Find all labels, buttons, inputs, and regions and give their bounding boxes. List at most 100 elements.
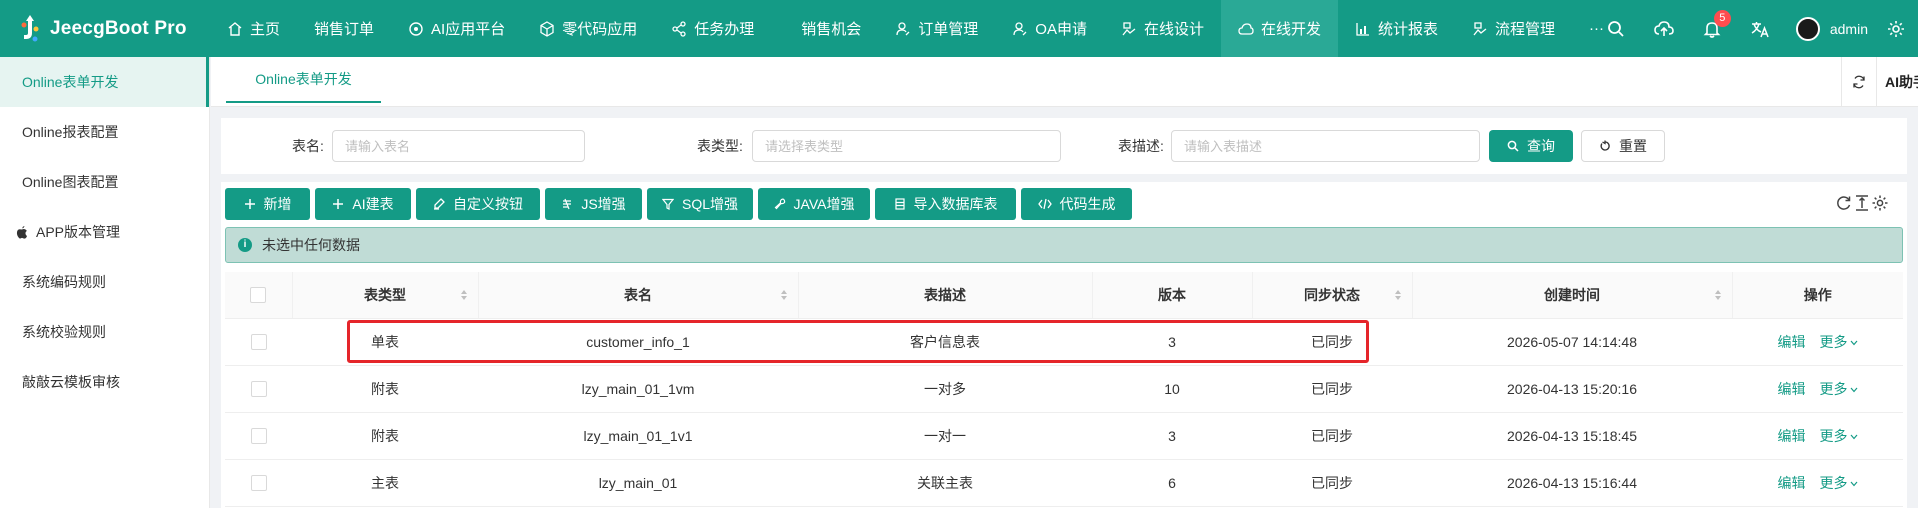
nav-item-stat-reports[interactable]: 统计报表 [1338,0,1455,57]
table-row[interactable]: 主表 lzy_main_01 关联主表 6 已同步 2026-04-13 15:… [225,459,1903,507]
cloud-upload-icon[interactable] [1654,19,1674,39]
nav-label: 销售订单 [314,21,375,38]
sort-icon[interactable] [460,289,468,301]
reset-button[interactable]: 重置 [1581,130,1665,162]
select-all-checkbox[interactable] [250,287,267,304]
js-enhance-button[interactable]: JS增强 [545,188,642,220]
avatar[interactable] [1795,16,1820,41]
notification-bell[interactable]: 5 [1702,9,1731,39]
import-db-table-button[interactable]: 导入数据库表 [875,188,1016,220]
add-button[interactable]: 新增 [225,188,310,220]
cell-created: 2026-04-13 15:20:16 [1412,365,1732,413]
sql-enhance-button[interactable]: SQL增强 [647,188,753,220]
sidebar-item-label: 敲敲云模板审核 [22,374,120,390]
column-label: 创建时间 [1544,286,1600,303]
nav-label: 统计报表 [1378,21,1439,38]
sidebar-item-validation-rules[interactable]: 系统校验规则 [0,307,209,357]
cell-name: lzy_main_01 [478,459,798,507]
refresh-icon[interactable] [1835,194,1853,212]
row-checkbox[interactable] [250,334,267,351]
sidebar-item-label: Online图表配置 [22,174,119,190]
column-label: 版本 [1158,286,1186,303]
more-label: 更多 [1819,427,1848,444]
sort-icon[interactable] [1714,289,1722,301]
column-header-name[interactable]: 表名 [478,272,799,319]
gear-icon[interactable] [1886,19,1906,39]
table-name-input[interactable] [332,130,585,162]
brand[interactable]: JeecgBoot Pro [0,0,210,57]
translate-icon[interactable] [1750,19,1770,39]
custom-button-button[interactable]: 自定义按钮 [416,188,540,220]
cell-name: customer_info_1 [478,318,798,366]
column-label: 表描述 [924,286,966,303]
more-dropdown[interactable]: 更多 [1820,334,1858,350]
sidebar-item-online-report-config[interactable]: Online报表配置 [0,107,209,157]
sidebar-item-label: 系统校验规则 [22,324,106,340]
refresh-button[interactable] [1841,57,1876,107]
plus-icon [333,199,344,209]
cell-desc: 关联主表 [798,459,1092,507]
more-dropdown[interactable]: 更多 [1820,428,1858,444]
table-desc-input[interactable] [1171,130,1480,162]
code-generate-button[interactable]: 代码生成 [1021,188,1132,220]
nav-item-process-management[interactable]: 流程管理 [1455,0,1572,57]
brush-icon [434,198,445,210]
username[interactable]: admin [1830,21,1868,37]
nav-item-order-management[interactable]: 订单管理 [878,0,995,57]
sidebar-item-code-rules[interactable]: 系统编码规则 [0,257,209,307]
refresh-icon [1853,75,1865,89]
nav-item-no-code-apps[interactable]: 零代码应用 [522,0,654,57]
more-dropdown[interactable]: 更多 [1820,475,1858,491]
table-row[interactable]: 附表 lzy_main_01_1vm 一对多 10 已同步 2026-04-13… [225,365,1903,413]
cell-name: lzy_main_01_1v1 [478,412,798,460]
search-icon[interactable] [1606,19,1626,39]
nav-item-ai-platform[interactable]: AI应用平台 [391,0,522,57]
sidebar-item-template-review[interactable]: 敲敲云模板审核 [0,357,209,407]
more-label: 更多 [1819,474,1848,491]
nav-label: OA申请 [1035,21,1087,38]
nav-item-online-design[interactable]: 在线设计 [1104,0,1221,57]
edit-link[interactable]: 编辑 [1778,334,1806,350]
java-enhance-button[interactable]: JAVA增强 [758,188,870,220]
row-checkbox[interactable] [250,475,267,492]
table-row[interactable]: 附表 lzy_main_01_1v1 一对一 3 已同步 2026-04-13 … [225,412,1903,460]
nav-item-sales-opportunities[interactable]: 销售机会 [771,0,878,57]
header-actions: 5 admin [1592,0,1918,57]
ai-assistant-button[interactable]: AI助手 [1876,57,1918,107]
nav-item-tasks[interactable]: 任务办理 [654,0,771,57]
sort-icon[interactable] [1394,289,1402,301]
row-checkbox[interactable] [250,381,267,398]
sidebar-item-label: 系统编码规则 [22,274,106,290]
sidebar-item-app-version[interactable]: APP版本管理 [0,207,209,257]
column-height-icon[interactable] [1853,194,1871,212]
edit-link[interactable]: 编辑 [1778,381,1806,397]
main-nav: 主页 销售订单 AI应用平台 零代码应用 任务办理 销售机会 订单管理 OA申请 [210,0,1621,57]
nav-label: 流程管理 [1495,21,1556,38]
nav-item-oa-request[interactable]: OA申请 [995,0,1104,57]
more-dropdown[interactable]: 更多 [1820,381,1858,397]
row-checkbox[interactable] [250,428,267,445]
edit-link[interactable]: 编辑 [1778,475,1806,491]
tab-online-form-dev[interactable]: Online表单开发 [226,57,381,103]
sort-icon[interactable] [780,289,788,301]
nav-item-sales-orders[interactable]: 销售订单 [297,0,391,57]
sidebar-item-online-form-dev[interactable]: Online表单开发 [0,57,209,107]
table-type-select[interactable] [752,130,1061,162]
nav-label: 主页 [250,21,281,38]
nav-item-home[interactable]: 主页 [210,0,297,57]
ai-create-table-button[interactable]: AI建表 [315,188,411,220]
table-row[interactable]: 单表 customer_info_1 客户信息表 3 已同步 2026-05-0… [225,318,1903,366]
tab-bar: Online表单开发 AI助手 [211,57,1918,107]
column-header-sync-status[interactable]: 同步状态 [1252,272,1413,319]
cell-type: 主表 [292,459,478,507]
column-header-created[interactable]: 创建时间 [1412,272,1733,319]
query-label: 查询 [1527,138,1555,154]
chevron-down-icon [1850,481,1857,487]
nav-item-online-dev[interactable]: 在线开发 [1220,0,1338,57]
column-header-type[interactable]: 表类型 [292,272,479,319]
query-button[interactable]: 查询 [1489,130,1573,162]
gear-icon[interactable] [1871,194,1889,212]
edit-link[interactable]: 编辑 [1778,428,1806,444]
sidebar-item-label: APP版本管理 [36,224,121,240]
sidebar-item-online-chart-config[interactable]: Online图表配置 [0,157,209,207]
